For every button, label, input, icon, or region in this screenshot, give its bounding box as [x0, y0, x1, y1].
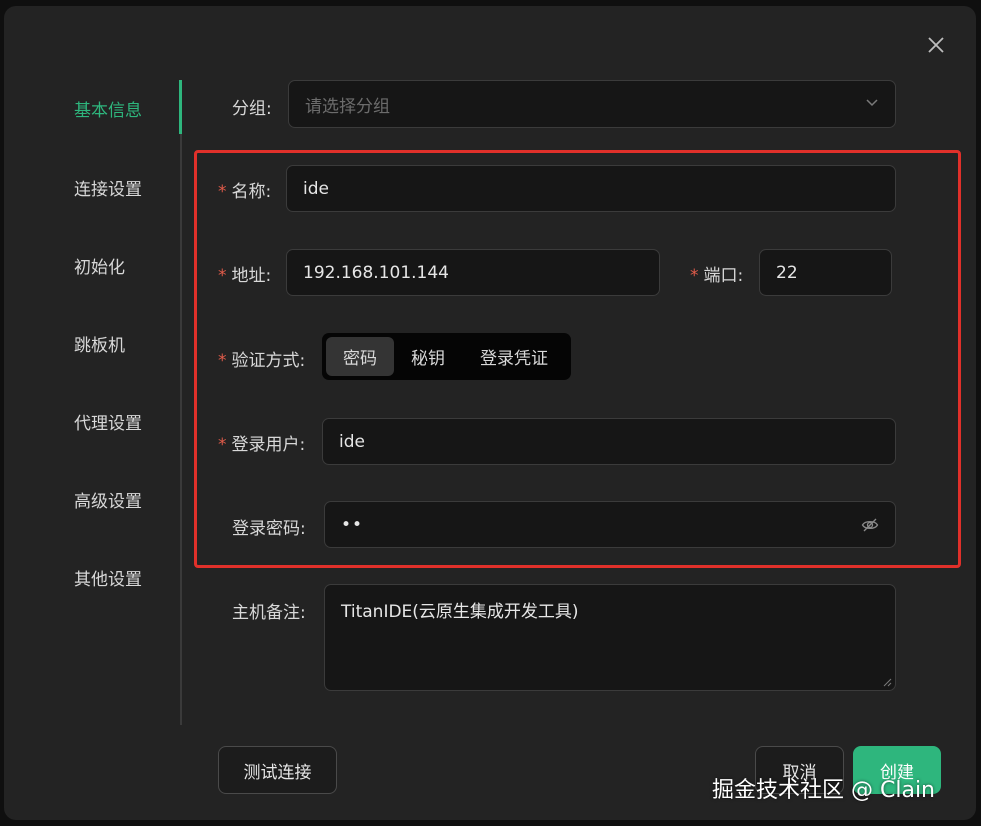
sidebar-active-indicator	[179, 80, 182, 134]
auth-label: * 验证方式:	[218, 351, 306, 371]
port-label: * 端口:	[690, 266, 744, 286]
sidebar-item-proxy-settings[interactable]: 代理设置	[74, 409, 142, 434]
watermark: 掘金技术社区 @ Clain	[712, 778, 935, 803]
note-label: 主机备注:	[232, 603, 306, 623]
name-input[interactable]: ide	[286, 165, 896, 212]
group-placeholder: 请选择分组	[305, 96, 390, 117]
sidebar-item-advanced-settings[interactable]: 高级设置	[74, 487, 142, 512]
group-select[interactable]: 请选择分组	[288, 80, 896, 128]
close-icon[interactable]	[924, 33, 948, 57]
password-label: 登录密码:	[232, 519, 306, 539]
sidebar-item-initialization[interactable]: 初始化	[74, 253, 125, 278]
name-label: * 名称:	[218, 182, 272, 202]
address-label: * 地址:	[218, 266, 272, 286]
required-mark: *	[218, 266, 227, 286]
password-input[interactable]: ••	[324, 501, 896, 548]
auth-method-segmented: 密码 秘钥 登录凭证	[322, 333, 571, 380]
required-mark: *	[218, 182, 227, 202]
required-mark: *	[690, 266, 699, 286]
resize-handle-icon[interactable]	[882, 677, 892, 687]
chevron-down-icon	[866, 99, 878, 107]
group-label: 分组:	[232, 99, 272, 119]
port-input[interactable]: 22	[759, 249, 892, 296]
user-input[interactable]: ide	[322, 418, 896, 465]
sidebar-item-connection-settings[interactable]: 连接设置	[74, 175, 142, 200]
user-label: * 登录用户:	[218, 435, 306, 455]
required-mark: *	[218, 351, 227, 371]
auth-option-key[interactable]: 秘钥	[394, 337, 462, 376]
eye-off-icon[interactable]	[861, 516, 879, 534]
test-connection-button[interactable]: 测试连接	[218, 746, 337, 794]
sidebar-item-basic-info[interactable]: 基本信息	[74, 96, 142, 121]
sidebar-item-other-settings[interactable]: 其他设置	[74, 565, 142, 590]
required-mark: *	[218, 435, 227, 455]
auth-option-credential[interactable]: 登录凭证	[462, 337, 566, 376]
address-input[interactable]: 192.168.101.144	[286, 249, 660, 296]
sidebar-divider	[180, 80, 182, 725]
auth-option-password[interactable]: 密码	[326, 337, 394, 376]
sidebar-item-jump-host[interactable]: 跳板机	[74, 331, 125, 356]
note-textarea[interactable]: TitanIDE(云原生集成开发工具)	[324, 584, 896, 691]
